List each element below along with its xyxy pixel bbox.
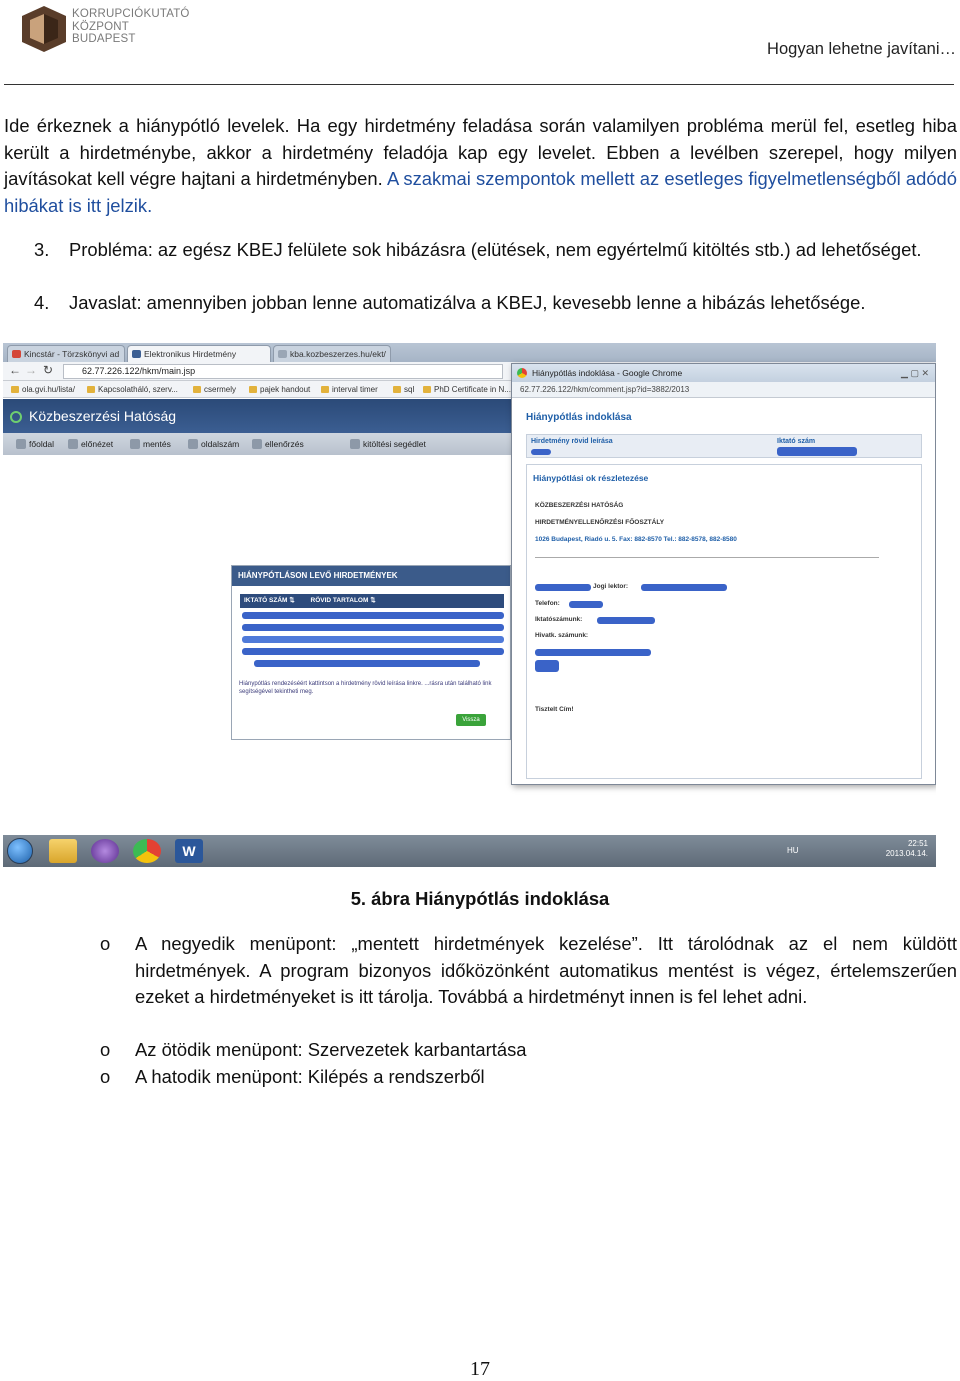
page-number: 17 <box>470 1358 490 1380</box>
bullet-marker: o <box>100 933 111 954</box>
section-heading: Hiánypótlási ok részletezése <box>533 473 649 483</box>
tab-kincstar[interactable]: Kincstár - Törzskönyvi ad <box>7 345 125 362</box>
bullet-text: Az ötödik menüpont: Szervezetek karbanta… <box>135 1039 527 1060</box>
forward-icon[interactable]: → <box>25 363 37 377</box>
popup-heading: Hiánypótlás indoklása <box>526 412 632 423</box>
url-field[interactable]: 62.77.226.122/hkm/main.jsp <box>63 364 503 379</box>
divider <box>535 557 879 558</box>
figure-screenshot: Kincstár - Törzskönyvi ad Elektronikus H… <box>3 343 936 867</box>
window-controls-icon[interactable]: ▁ ▢ ✕ <box>901 364 929 382</box>
label-iktatoszamunk: Iktatószámunk: <box>535 616 583 623</box>
col-iktato-szam[interactable]: IKTATÓ SZÁM <box>244 597 287 604</box>
numbered-item-4: 4. Javaslat: amennyiben jobban lenne aut… <box>34 290 957 317</box>
bullet-marker: o <box>100 1066 111 1087</box>
nav-kitoltesi-segedlet[interactable]: kitöltési segédlet <box>349 433 426 455</box>
item-text: Javaslat: amennyiben jobban lenne automa… <box>69 292 866 313</box>
kk-logo-text: KORRUPCIÓKUTATÓ KÖZPONT BUDAPEST <box>72 8 190 45</box>
back-button[interactable]: Vissza <box>456 714 486 726</box>
detail-box: Hiánypótlási ok részletezése KÖZBESZERZÉ… <box>526 464 922 779</box>
redacted-value <box>777 447 857 456</box>
bookmark-kapcsolathalo[interactable]: Kapcsolatháló, szerv... <box>87 381 178 398</box>
taskbar: W HU 22:51 2013.04.14. <box>3 835 936 867</box>
bookmark-ola[interactable]: ola.gvi.hu/lista/ <box>11 381 75 398</box>
item-number: 3. <box>34 239 50 260</box>
tab-kba[interactable]: kba.kozbeszerzes.hu/ekt/ <box>273 345 391 362</box>
page-icon <box>278 350 287 358</box>
org-name: KÖZBESZERZÉSI HATÓSÁG <box>535 502 624 509</box>
nav-ellenorzes[interactable]: ellenőrzés <box>251 433 304 455</box>
kh-logo-icon <box>10 411 22 423</box>
redacted-row[interactable] <box>242 612 504 619</box>
gmail-icon <box>12 350 21 358</box>
torrent-icon[interactable] <box>91 839 119 863</box>
word-icon[interactable]: W <box>175 839 203 863</box>
intro-paragraph: Ide érkeznek a hiánypótló levelek. Ha eg… <box>4 113 957 219</box>
header-rule <box>4 84 954 85</box>
figure-caption: 5. ábra Hiánypótlás indoklása <box>350 888 610 909</box>
page-icon <box>132 350 141 358</box>
bullet-item-6: o A hatodik menüpont: Kilépés a rendszer… <box>100 1064 957 1091</box>
app-title: Közbeszerzési Hatóság <box>29 408 177 424</box>
label-jogi-lektor: Jogi lektor: <box>593 583 629 590</box>
bookmark-sql[interactable]: sql <box>393 381 414 398</box>
summary-strip: Hirdetmény rövid leírása Iktató szám <box>526 434 922 458</box>
redacted-value <box>597 617 655 624</box>
field-iktato-szam: Iktató szám <box>777 438 816 445</box>
system-clock[interactable]: 22:51 2013.04.14. <box>886 839 928 859</box>
bullet-marker: o <box>100 1039 111 1060</box>
popup-window: Hiánypótlás indoklása - Google Chrome ▁ … <box>511 363 936 785</box>
running-header-title: Hogyan lehetne javítani… <box>767 40 956 58</box>
kk-logo-mark <box>22 6 66 52</box>
redacted-name <box>535 584 591 591</box>
col-rovid-tartalom[interactable]: RÖVID TARTALOM <box>311 597 369 604</box>
org-address: 1026 Budapest, Riadó u. 5. Fax: 882-8570… <box>535 536 737 543</box>
bookmark-interval-timer[interactable]: interval timer <box>321 381 378 398</box>
redacted-name <box>641 584 727 591</box>
org-dept: HIRDETMÉNYELLENŐRZÉSI FŐOSZTÁLY <box>535 519 665 526</box>
grid-header: IKTATÓ SZÁM ⇅ RÖVID TARTALOM ⇅ <box>240 594 504 608</box>
field-rovid-leiras: Hirdetmény rövid leírása <box>531 438 613 445</box>
panel-title: HIÁNYPÓTLÁSON LEVŐ HIRDETMÉNYEK <box>232 566 510 586</box>
tab-elektronikus-hirdetmeny[interactable]: Elektronikus Hirdetmény <box>127 345 271 362</box>
bullet-text: A negyedik menüpont: „mentett hirdetmény… <box>135 933 957 1007</box>
pending-notices-panel: HIÁNYPÓTLÁSON LEVŐ HIRDETMÉNYEK IKTATÓ S… <box>231 565 511 740</box>
bookmark-phd[interactable]: PhD Certificate in N... <box>423 381 511 398</box>
bullet-item-5: o Az ötödik menüpont: Szervezetek karban… <box>100 1037 957 1064</box>
redacted-value <box>531 449 551 455</box>
language-indicator[interactable]: HU <box>787 846 799 855</box>
explorer-icon[interactable] <box>49 839 77 863</box>
bullet-item-4: o A negyedik menüpont: „mentett hirdetmé… <box>100 931 957 1011</box>
label-telefon: Telefon: <box>535 600 560 607</box>
nav-mentes[interactable]: mentés <box>129 433 171 455</box>
bookmark-pajek[interactable]: pajek handout <box>249 381 310 398</box>
chrome-icon <box>517 368 527 378</box>
redacted-value <box>535 649 651 656</box>
redacted-row[interactable] <box>242 648 504 655</box>
popup-url: 62.77.226.122/hkm/comment.jsp?id=3882/20… <box>512 382 935 398</box>
nav-oldalszam[interactable]: oldalszám <box>187 433 239 455</box>
item-text: Probléma: az egész KBEJ felülete sok hib… <box>69 239 922 260</box>
numbered-item-3: 3. Probléma: az egész KBEJ felülete sok … <box>34 237 957 264</box>
redacted-value <box>535 660 559 672</box>
popup-titlebar: Hiánypótlás indoklása - Google Chrome ▁ … <box>512 364 935 382</box>
back-icon[interactable]: ← <box>9 363 21 377</box>
browser-tab-bar: Kincstár - Törzskönyvi ad Elektronikus H… <box>3 343 936 362</box>
redacted-row[interactable] <box>242 624 504 631</box>
bookmark-csermely[interactable]: csermely <box>193 381 236 398</box>
chrome-taskbar-icon[interactable] <box>133 839 161 863</box>
redacted-value <box>569 601 603 608</box>
nav-elonezet[interactable]: előnézet <box>67 433 113 455</box>
label-hivatk-szamunk: Hivatk. számunk: <box>535 632 589 639</box>
bullet-text: A hatodik menüpont: Kilépés a rendszerbő… <box>135 1066 485 1087</box>
panel-note: Hiánypótlás rendezéséért kattintson a hi… <box>239 681 492 695</box>
redacted-row[interactable] <box>254 660 480 667</box>
reload-icon[interactable]: ↻ <box>43 363 53 377</box>
greeting: Tisztelt Cím! <box>535 706 574 713</box>
item-number: 4. <box>34 292 50 313</box>
redacted-row[interactable] <box>242 636 504 643</box>
start-button-icon[interactable] <box>7 838 33 864</box>
nav-fooldal[interactable]: főoldal <box>15 433 54 455</box>
